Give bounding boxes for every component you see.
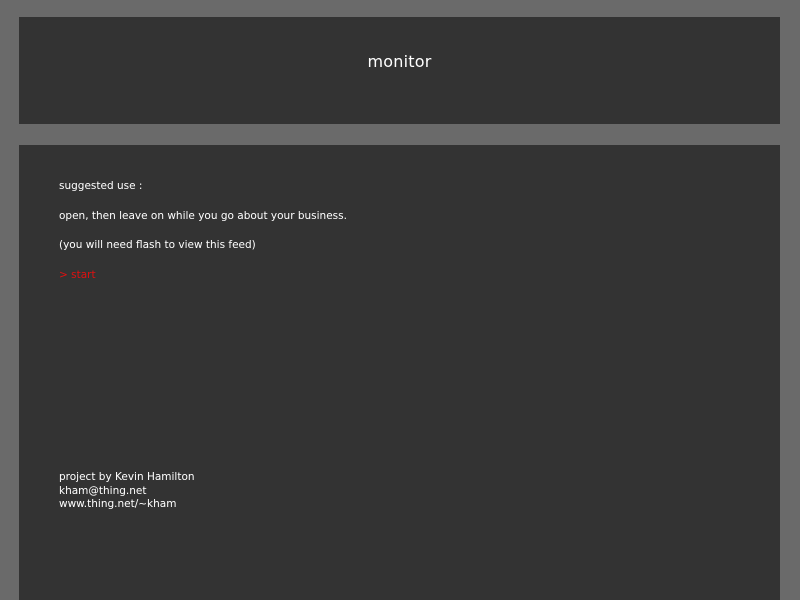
instruction-text: open, then leave on while you go about y… bbox=[59, 210, 347, 222]
project-credit: project by Kevin Hamilton bbox=[59, 471, 195, 483]
header-panel: monitor bbox=[19, 17, 780, 124]
email-text: kham@thing.net bbox=[59, 484, 147, 497]
start-link[interactable]: > start bbox=[59, 269, 96, 281]
flash-note: (you will need flash to view this feed) bbox=[59, 239, 256, 251]
page-title: monitor bbox=[367, 52, 432, 71]
suggested-use-label: suggested use : bbox=[59, 180, 143, 192]
website-text: www.thing.net/~kham bbox=[59, 498, 177, 510]
content-panel: suggested use : open, then leave on whil… bbox=[19, 145, 780, 600]
credits-block: project by Kevin Hamilton kham@thing.net… bbox=[59, 471, 195, 512]
